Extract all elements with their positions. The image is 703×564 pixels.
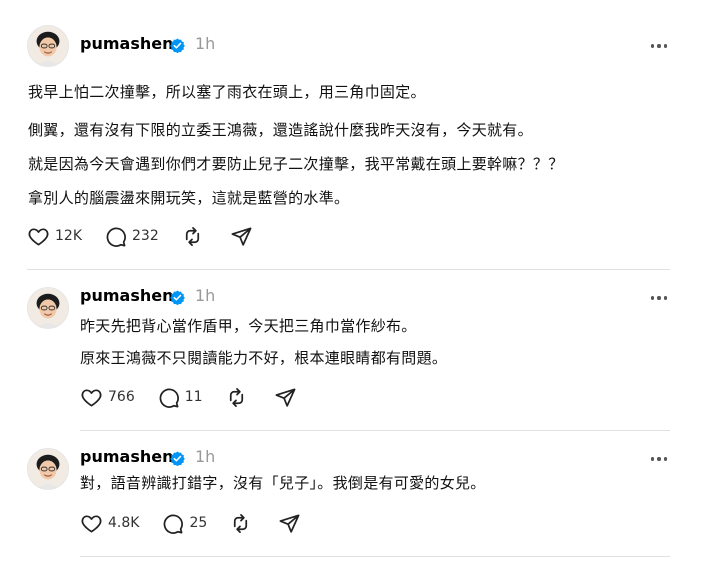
verified-badge-icon: [170, 38, 185, 53]
post-text-line: 側翼，還有沒有下限的立委王鴻薇，還造謠說什麼我昨天沒有，今天就有。: [28, 121, 533, 139]
post-divider: [80, 556, 670, 557]
heart-icon: [81, 514, 102, 533]
post-text-line: 我早上怕二次撞擊，所以塞了雨衣在頭上，用三角巾固定。: [28, 83, 426, 101]
thread-post: pumashen 1h 我早上怕二次撞擊，所以塞了雨衣在頭上，用三角巾固定。 側…: [0, 0, 703, 270]
like-button[interactable]: 12K: [27, 225, 82, 248]
like-count: 766: [108, 389, 135, 405]
post-actions: 4.8K 25: [80, 511, 301, 535]
avatar-image: [28, 288, 68, 328]
comment-bubble-icon: [159, 388, 179, 408]
post-text-line: 原來王鴻薇不只閱讀能力不好，根本連眼睛都有問題。: [80, 349, 448, 367]
heart-icon: [28, 227, 49, 246]
repost-button[interactable]: [181, 225, 204, 248]
like-count: 12K: [55, 228, 82, 244]
repost-icon: [185, 226, 199, 246]
avatar-image: [28, 449, 68, 489]
share-button[interactable]: [274, 386, 297, 409]
share-button[interactable]: [278, 512, 301, 535]
username[interactable]: pumashen: [80, 286, 173, 305]
post-text-line: 昨天先把背心當作盾甲，今天把三角巾當作紗布。: [80, 317, 417, 335]
post-actions: 766 11: [80, 385, 297, 409]
more-options-icon[interactable]: [648, 292, 670, 304]
thread-post: pumashen 1h 昨天先把背心當作盾甲，今天把三角巾當作紗布。 原來王鴻薇…: [0, 270, 703, 430]
repost-icon: [234, 513, 248, 533]
comment-bubble-icon: [164, 514, 184, 534]
send-icon: [279, 513, 300, 533]
username[interactable]: pumashen: [80, 447, 173, 466]
reply-button[interactable]: 232: [104, 225, 159, 248]
reply-button[interactable]: 25: [161, 512, 207, 535]
avatar[interactable]: [27, 25, 69, 67]
more-options-icon[interactable]: [648, 453, 670, 465]
post-text-line: 對，語音辨識打錯字，沒有「兒子」。我倒是有可愛的女兒。: [80, 474, 486, 492]
more-options-icon[interactable]: [648, 40, 670, 52]
reply-count: 25: [189, 515, 208, 531]
post-time: 1h: [195, 286, 216, 305]
repost-button[interactable]: [225, 386, 248, 409]
reply-count: 11: [184, 389, 203, 405]
username[interactable]: pumashen: [80, 34, 173, 53]
avatar[interactable]: [27, 448, 69, 490]
post-time: 1h: [195, 447, 216, 466]
reply-button[interactable]: 11: [157, 386, 203, 409]
post-actions: 12K 232: [27, 224, 253, 248]
reply-count: 232: [132, 228, 159, 244]
like-button[interactable]: 4.8K: [80, 512, 139, 535]
repost-icon: [229, 387, 243, 407]
thread-post: pumashen 1h 對，語音辨識打錯字，沒有「兒子」。我倒是有可愛的女兒。 …: [0, 431, 703, 556]
comment-bubble-icon: [106, 227, 126, 247]
repost-button[interactable]: [229, 512, 252, 535]
avatar[interactable]: [27, 287, 69, 329]
verified-badge-icon: [170, 451, 185, 466]
like-button[interactable]: 766: [80, 386, 135, 409]
send-icon: [231, 226, 252, 246]
post-text-line: 就是因為今天會遇到你們才要防止兒子二次撞擊，我平常戴在頭上要幹嘛？？？: [28, 155, 564, 173]
share-button[interactable]: [230, 225, 253, 248]
heart-icon: [81, 388, 102, 407]
post-text-line: 拿別人的腦震盪來開玩笑，這就是藍營的水準。: [28, 189, 350, 207]
like-count: 4.8K: [108, 515, 140, 531]
send-icon: [275, 387, 296, 407]
verified-badge-icon: [170, 290, 185, 305]
avatar-image: [28, 26, 68, 66]
post-time: 1h: [195, 34, 216, 53]
